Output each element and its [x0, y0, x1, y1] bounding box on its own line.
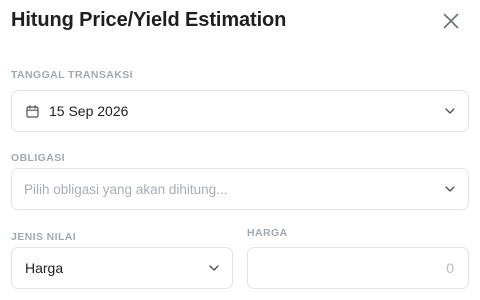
obligasi-label: OBLIGASI: [11, 152, 65, 164]
calendar-icon: [26, 105, 39, 118]
close-icon: [443, 13, 459, 29]
obligasi-select[interactable]: Pilih obligasi yang akan dihitung...: [11, 168, 469, 210]
tanggal-transaksi-value: 15 Sep 2026: [49, 103, 129, 119]
chevron-down-icon: [209, 265, 219, 271]
price-yield-dialog: Hitung Price/Yield Estimation TANGGAL TR…: [0, 0, 480, 300]
close-button[interactable]: [440, 10, 462, 32]
dialog-title: Hitung Price/Yield Estimation: [11, 9, 287, 31]
chevron-down-icon: [445, 108, 455, 114]
tanggal-transaksi-label: TANGGAL TRANSAKSI: [11, 69, 133, 81]
chevron-down-icon: [445, 186, 455, 192]
harga-label: HARGA: [247, 227, 288, 239]
jenis-nilai-select[interactable]: Harga: [11, 247, 233, 289]
jenis-nilai-value: Harga: [25, 260, 64, 276]
tanggal-transaksi-picker[interactable]: 15 Sep 2026: [11, 90, 469, 132]
harga-field[interactable]: [247, 247, 469, 289]
jenis-nilai-label: JENIS NILAI: [11, 231, 77, 243]
harga-input[interactable]: [258, 248, 454, 288]
obligasi-placeholder: Pilih obligasi yang akan dihitung...: [24, 181, 228, 197]
